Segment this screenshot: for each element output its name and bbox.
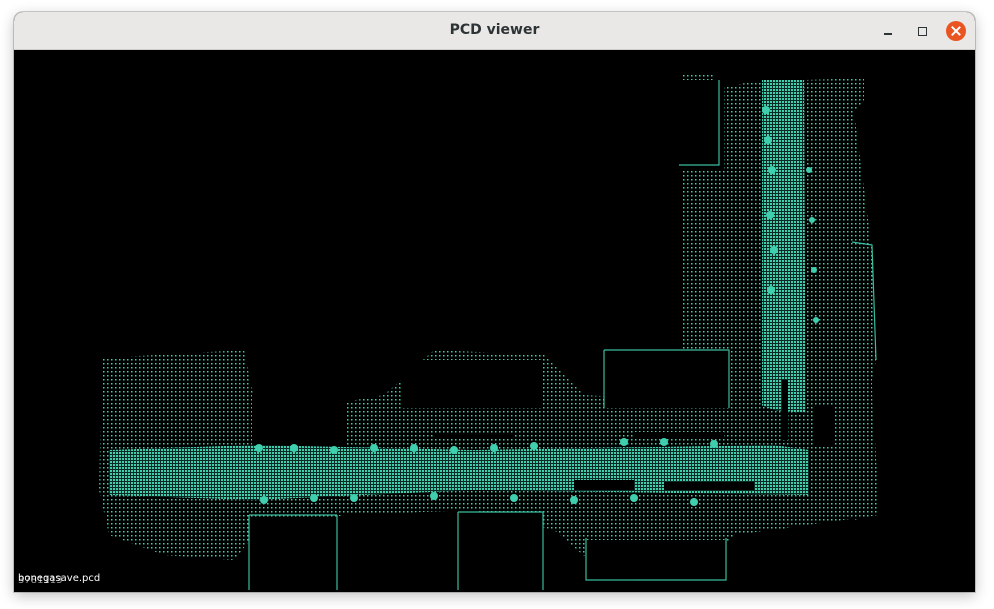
pcd-viewer-window: PCD viewer 3781113 bonegasave.pcd	[14, 12, 975, 592]
maximize-icon	[917, 26, 927, 36]
window-title: PCD viewer	[449, 22, 540, 38]
point-cloud-viewport[interactable]: 3781113 bonegasave.pcd	[14, 50, 975, 592]
minimize-button[interactable]	[878, 21, 898, 41]
title-bar[interactable]: PCD viewer	[14, 12, 975, 50]
close-icon	[951, 26, 961, 36]
close-button[interactable]	[946, 21, 966, 41]
minimize-icon	[884, 33, 892, 35]
filename-label: bonegasave.pcd	[18, 573, 101, 584]
point-cloud-render	[14, 50, 879, 592]
maximize-button[interactable]	[912, 21, 932, 41]
